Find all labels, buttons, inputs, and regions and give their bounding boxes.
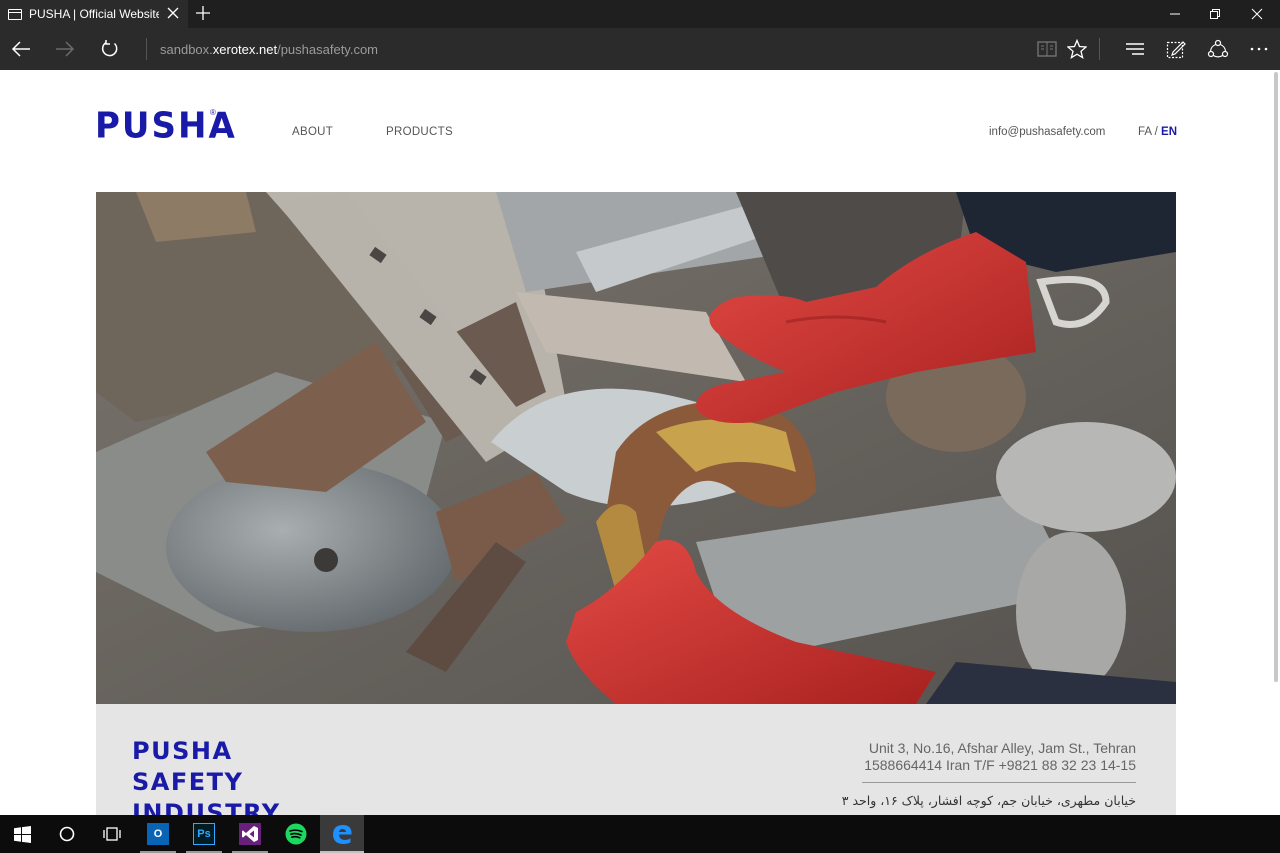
web-note-button[interactable] [1163, 36, 1189, 62]
lang-en-link[interactable]: EN [1161, 126, 1177, 138]
address-line: 1588664414 Iran T/F +9821 88 32 23 14-15 [864, 757, 1136, 773]
taskbar-visual-studio[interactable] [228, 815, 272, 853]
hero-image [96, 192, 1176, 704]
page-viewport: PUSHA ® ABOUT PRODUCTS info@pushasafety.… [0, 70, 1280, 815]
taskbar-edge[interactable] [320, 815, 364, 853]
address-line: Unit 3, No.16, Afshar Alley, Jam St., Te… [868, 740, 1136, 756]
taskbar-outlook[interactable]: O [136, 815, 180, 853]
taskbar-photoshop[interactable]: Ps [182, 815, 226, 853]
url-prefix: sandbox. [160, 42, 213, 57]
scrollbar[interactable] [1274, 72, 1278, 682]
restore-button[interactable] [1192, 0, 1238, 28]
photoshop-icon: Ps [193, 823, 215, 845]
share-icon [1207, 39, 1229, 58]
reading-view-button[interactable] [1034, 36, 1060, 62]
outlook-icon: O [147, 823, 169, 845]
share-button[interactable] [1205, 36, 1231, 62]
reading-view-icon [1037, 41, 1057, 57]
close-window-button[interactable] [1234, 0, 1280, 28]
address-bar[interactable]: sandbox.xerotex.net/pushasafety.com [160, 42, 378, 57]
browser-titlebar: PUSHA | Official Website [0, 0, 1280, 28]
browser-tab[interactable]: PUSHA | Official Website [0, 0, 188, 28]
language-switcher: FA / EN [1138, 126, 1177, 138]
minimize-icon [1170, 13, 1180, 15]
arrow-right-icon [56, 41, 75, 57]
browser-toolbar: sandbox.xerotex.net/pushasafety.com [0, 28, 1280, 70]
nav-products[interactable]: PRODUCTS [386, 126, 453, 138]
refresh-button[interactable] [97, 36, 123, 62]
footer-logo-line: INDUSTRY [132, 799, 281, 815]
lang-separator: / [1151, 126, 1162, 138]
tab-title: PUSHA | Official Website [29, 7, 159, 21]
back-button[interactable] [8, 36, 34, 62]
start-button[interactable] [0, 815, 44, 853]
hub-button[interactable] [1122, 36, 1148, 62]
lang-fa-link[interactable]: FA [1138, 126, 1151, 138]
close-icon [1251, 8, 1263, 20]
address-line: خیابان مطهری، خیابان جم، کوچه افشار، پلا… [841, 793, 1136, 808]
address-persian: خیابان مطهری، خیابان جم، کوچه افشار، پلا… [842, 792, 1136, 810]
pen-icon [1166, 41, 1186, 59]
task-view-button[interactable] [90, 815, 134, 853]
taskbar-spotify[interactable] [274, 815, 318, 853]
footer-info: PUSHA SAFETY INDUSTRY Unit 3, No.16, Afs… [96, 704, 1176, 815]
cortana-button[interactable] [45, 815, 89, 853]
edge-icon [333, 825, 352, 844]
address-divider [146, 38, 147, 60]
arrow-left-icon [11, 41, 30, 57]
spotify-icon [285, 823, 307, 845]
footer-logo-line: PUSHA [132, 737, 233, 765]
email-link[interactable]: info@pushasafety.com [989, 126, 1105, 138]
star-icon [1067, 39, 1087, 59]
cortana-icon [59, 826, 75, 842]
hub-icon [1126, 43, 1144, 55]
favorite-button[interactable] [1064, 36, 1090, 62]
task-view-icon [103, 827, 121, 841]
url-path: /pushasafety.com [277, 42, 379, 57]
restore-icon [1210, 9, 1220, 19]
scrap-metal-gloves-photo [96, 192, 1176, 704]
address-english: Unit 3, No.16, Afshar Alley, Jam St., Te… [864, 740, 1136, 774]
footer-logo-line: SAFETY [132, 768, 244, 796]
toolbar-divider [1099, 38, 1100, 60]
windows-start-icon [13, 825, 31, 843]
registered-mark: ® [210, 108, 216, 117]
refresh-icon [101, 40, 118, 57]
visual-studio-icon [239, 823, 261, 845]
more-button[interactable] [1246, 36, 1272, 62]
forward-button[interactable] [52, 36, 78, 62]
close-tab-icon[interactable] [166, 6, 180, 20]
nav-about[interactable]: ABOUT [292, 126, 333, 138]
windows-taskbar: O Ps [0, 815, 1280, 853]
page-icon [8, 8, 22, 20]
url-domain: xerotex.net [212, 42, 278, 57]
new-tab-icon[interactable] [194, 4, 212, 22]
more-icon [1250, 47, 1268, 51]
address-divider-line [862, 782, 1136, 783]
footer-logo: PUSHA SAFETY INDUSTRY [132, 736, 281, 815]
